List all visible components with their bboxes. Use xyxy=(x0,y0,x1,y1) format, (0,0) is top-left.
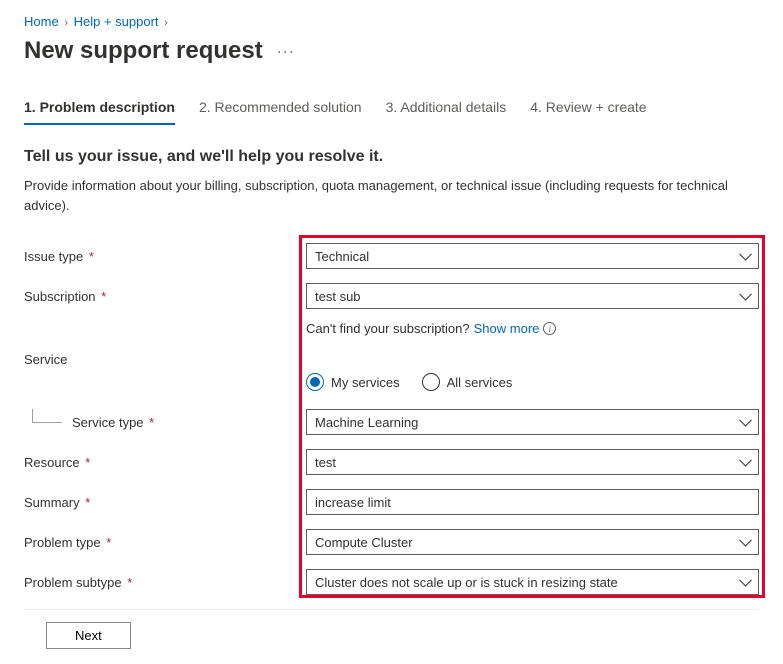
tab-review-create[interactable]: 4. Review + create xyxy=(530,99,646,125)
resource-select[interactable]: test xyxy=(306,449,759,475)
issue-type-label: Issue type * xyxy=(24,249,306,264)
section-heading: Tell us your issue, and we'll help you r… xyxy=(24,148,759,166)
problem-subtype-select[interactable]: Cluster does not scale up or is stuck in… xyxy=(306,569,759,595)
service-label: Service xyxy=(24,352,306,367)
section-description: Provide information about your billing, … xyxy=(24,176,759,215)
problem-type-label: Problem type * xyxy=(24,535,306,550)
subscription-hint: Can't find your subscription? Show more … xyxy=(306,321,759,336)
subscription-select[interactable]: test sub xyxy=(306,283,759,309)
service-radio-group: My services All services xyxy=(306,373,759,391)
problem-type-select[interactable]: Compute Cluster xyxy=(306,529,759,555)
service-type-label: Service type * xyxy=(24,415,306,430)
next-button[interactable]: Next xyxy=(46,622,131,649)
info-icon[interactable]: i xyxy=(543,322,556,335)
resource-label: Resource * xyxy=(24,455,306,470)
radio-icon-unchecked xyxy=(422,373,440,391)
tab-additional-details[interactable]: 3. Additional details xyxy=(386,99,507,125)
tab-problem-description[interactable]: 1. Problem description xyxy=(24,99,175,125)
page-title: New support request xyxy=(24,37,263,65)
show-more-link[interactable]: Show more xyxy=(474,321,540,336)
tree-branch-icon xyxy=(32,409,62,423)
summary-input[interactable]: increase limit xyxy=(306,489,759,515)
subscription-label: Subscription * xyxy=(24,289,306,304)
issue-type-select[interactable]: Technical xyxy=(306,243,759,269)
service-type-select[interactable]: Machine Learning xyxy=(306,409,759,435)
problem-subtype-label: Problem subtype * xyxy=(24,575,306,590)
radio-icon-checked xyxy=(306,373,324,391)
summary-label: Summary * xyxy=(24,495,306,510)
radio-all-services[interactable]: All services xyxy=(422,373,513,391)
tab-recommended-solution[interactable]: 2. Recommended solution xyxy=(199,99,362,125)
breadcrumb: Home › Help + support › xyxy=(24,14,759,29)
radio-my-services[interactable]: My services xyxy=(306,373,400,391)
breadcrumb-home[interactable]: Home xyxy=(24,14,59,29)
more-menu-icon[interactable]: ··· xyxy=(277,43,295,60)
chevron-right-icon: › xyxy=(164,17,168,29)
chevron-right-icon: › xyxy=(64,17,68,29)
breadcrumb-help-support[interactable]: Help + support xyxy=(74,14,159,29)
tabs: 1. Problem description 2. Recommended so… xyxy=(24,99,759,126)
